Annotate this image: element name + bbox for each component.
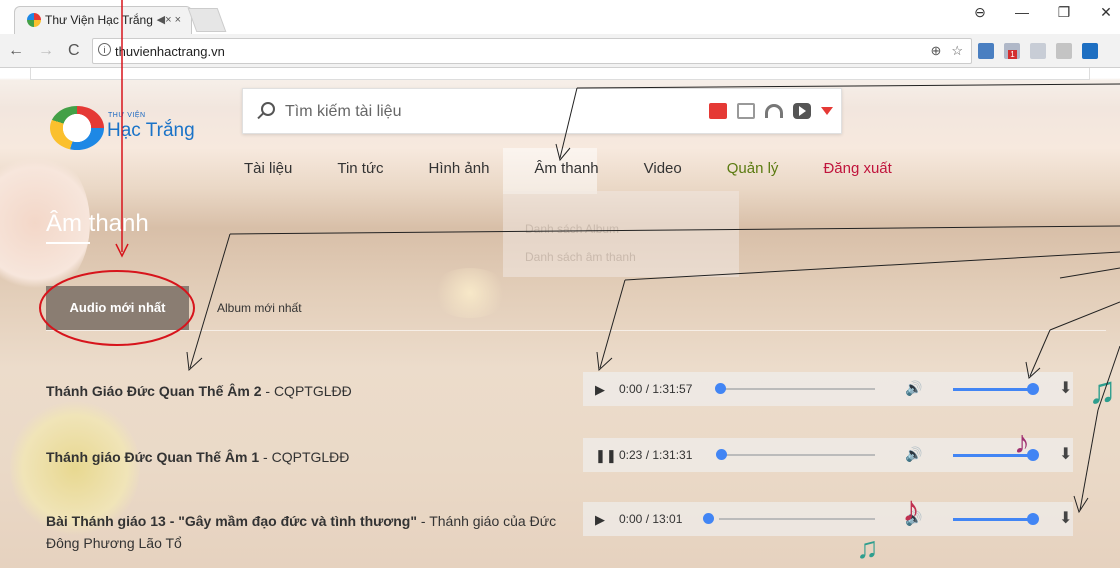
reload-button[interactable]: C [68, 42, 80, 60]
tab-title: Thư Viện Hạc Trắng [45, 13, 153, 27]
title-underline [46, 242, 90, 244]
headphones-filter-icon[interactable] [765, 104, 783, 118]
page-title: Âm thanh [46, 210, 149, 237]
play-button[interactable]: ▶ [595, 382, 605, 398]
search-placeholder: Tìm kiếm tài liệu [285, 103, 402, 120]
play-button[interactable]: ▶ [595, 512, 605, 528]
music-note-icon: ♫ [856, 532, 879, 565]
tab-mute-close-icon[interactable]: ◀× × [157, 13, 181, 26]
nav-item-images[interactable]: Hình ảnh [429, 160, 490, 177]
audio-player: ▶ 0:00 / 1:31:57 🔊 ⬇ [583, 372, 1073, 406]
music-note-icon: ♪ [902, 488, 920, 529]
track-author: - CQPTGLĐĐ [261, 383, 352, 399]
nav-item-audio[interactable]: Âm thanh [534, 160, 598, 177]
search-icon [261, 102, 275, 116]
music-note-icon: ♪ [1014, 424, 1030, 460]
extension-pdf-icon[interactable] [1056, 43, 1072, 59]
window-controls: ⊖ — ❐ ✕ [970, 4, 1120, 21]
nav-item-news[interactable]: Tin tức [337, 160, 383, 177]
volume-knob[interactable] [1027, 513, 1039, 525]
info-icon[interactable]: i [98, 43, 111, 56]
url-text: thuvienhactrang.vn [115, 44, 225, 59]
logo-title[interactable]: Hạc Trắng [107, 120, 195, 142]
forward-button[interactable]: → [38, 42, 54, 60]
zoom-icon[interactable]: ⊕ [930, 43, 941, 59]
site-logo-icon[interactable] [50, 106, 104, 150]
audio-dropdown: Danh sách Album Danh sách âm thanh [503, 191, 739, 277]
seek-knob[interactable] [703, 513, 714, 524]
tab-latest-audio[interactable]: Audio mới nhất [46, 286, 189, 330]
search-input[interactable]: Tìm kiếm tài liệu [242, 88, 842, 134]
seek-knob[interactable] [716, 449, 727, 460]
browser-tabbar: Thư Viện Hạc Trắng ◀× × ⊖ — ❐ ✕ [0, 0, 1120, 34]
track-title: Bài Thánh giáo 13 - "Gây mầm đạo đức và … [46, 510, 566, 554]
track-author: - CQPTGLĐĐ [259, 449, 350, 465]
pause-button[interactable]: ❚❚ [595, 448, 617, 464]
main-nav: Tài liệu Tin tức Hình ảnh Âm thanh Video… [244, 160, 937, 177]
browser-tab[interactable]: Thư Viện Hạc Trắng ◀× × [14, 6, 192, 34]
track-name[interactable]: Bài Thánh giáo 13 - "Gây mầm đạo đức và … [46, 513, 417, 529]
track-name[interactable]: Thánh Giáo Đức Quan Thế Âm 2 [46, 383, 262, 399]
track-title: Thánh Giáo Đức Quan Thế Âm 2 - CQPTGLĐĐ [46, 380, 566, 402]
dropdown-item-audio-list[interactable]: Danh sách âm thanh [525, 243, 739, 271]
seek-bar[interactable] [719, 388, 875, 390]
decorative-bokeh [430, 268, 510, 318]
logo-subtitle: THƯ VIỆN [108, 112, 146, 119]
url-input[interactable]: i thuvienhactrang.vn ⊕ ☆ [92, 38, 972, 64]
audio-player: ▶ 0:00 / 13:01 🔊 ⬇ [583, 502, 1073, 536]
time-display: 0:00 / 1:31:57 [619, 382, 693, 396]
book-filter-icon[interactable] [709, 103, 727, 119]
back-button[interactable]: ← [8, 42, 24, 60]
close-window-button[interactable]: ✕ [1096, 4, 1116, 21]
profile-icon[interactable]: ⊖ [970, 4, 990, 21]
new-tab-button[interactable] [187, 8, 227, 32]
volume-slider[interactable] [953, 518, 1033, 521]
audio-player: ❚❚ 0:23 / 1:31:31 🔊 ⬇ [583, 438, 1073, 472]
extension-translate-icon[interactable] [978, 43, 994, 59]
filter-dropdown-icon[interactable] [821, 107, 833, 115]
seek-bar[interactable] [719, 454, 875, 456]
video-filter-icon[interactable] [793, 103, 811, 119]
nav-item-documents[interactable]: Tài liệu [244, 160, 292, 177]
address-toolbar: ← → C i thuvienhactrang.vn ⊕ ☆ 1 [0, 34, 1120, 68]
restore-button[interactable]: ❐ [1054, 4, 1074, 21]
extension-dropbox-icon[interactable] [1030, 43, 1046, 59]
extension-shield-icon[interactable]: 1 [1004, 43, 1020, 59]
nav-item-video[interactable]: Video [644, 160, 682, 177]
track-title: Thánh giáo Đức Quan Thế Âm 1 - CQPTGLĐĐ [46, 446, 566, 468]
music-note-icon: ♫ [1088, 370, 1117, 412]
seek-bar[interactable] [719, 518, 875, 520]
extensions: 1 [978, 43, 1098, 59]
dropdown-item-album-list[interactable]: Danh sách Album [525, 215, 739, 243]
volume-icon[interactable]: 🔊 [905, 380, 922, 397]
image-filter-icon[interactable] [737, 103, 755, 119]
seek-knob[interactable] [715, 383, 726, 394]
page-content: THƯ VIỆN Hạc Trắng Tìm kiếm tài liệu Tài… [0, 68, 1120, 568]
track-name[interactable]: Thánh giáo Đức Quan Thế Âm 1 [46, 449, 259, 465]
extension-download-icon[interactable] [1082, 43, 1098, 59]
volume-icon[interactable]: 🔊 [905, 446, 922, 463]
download-icon[interactable]: ⬇ [1059, 444, 1072, 464]
tab-latest-album[interactable]: Album mới nhất [217, 301, 302, 315]
volume-slider[interactable] [953, 388, 1033, 391]
nav-item-logout[interactable]: Đăng xuất [823, 160, 891, 177]
tabs-divider [46, 330, 1106, 331]
time-display: 0:00 / 13:01 [619, 512, 683, 526]
volume-knob[interactable] [1027, 383, 1039, 395]
download-icon[interactable]: ⬇ [1059, 378, 1072, 398]
bookmark-star-icon[interactable]: ☆ [951, 43, 963, 59]
nav-item-manage[interactable]: Quản lý [727, 160, 779, 177]
minimize-button[interactable]: — [1012, 4, 1032, 21]
site-favicon-icon [27, 13, 41, 27]
top-strip [30, 68, 1090, 80]
time-display: 0:23 / 1:31:31 [619, 448, 693, 462]
download-icon[interactable]: ⬇ [1059, 508, 1072, 528]
